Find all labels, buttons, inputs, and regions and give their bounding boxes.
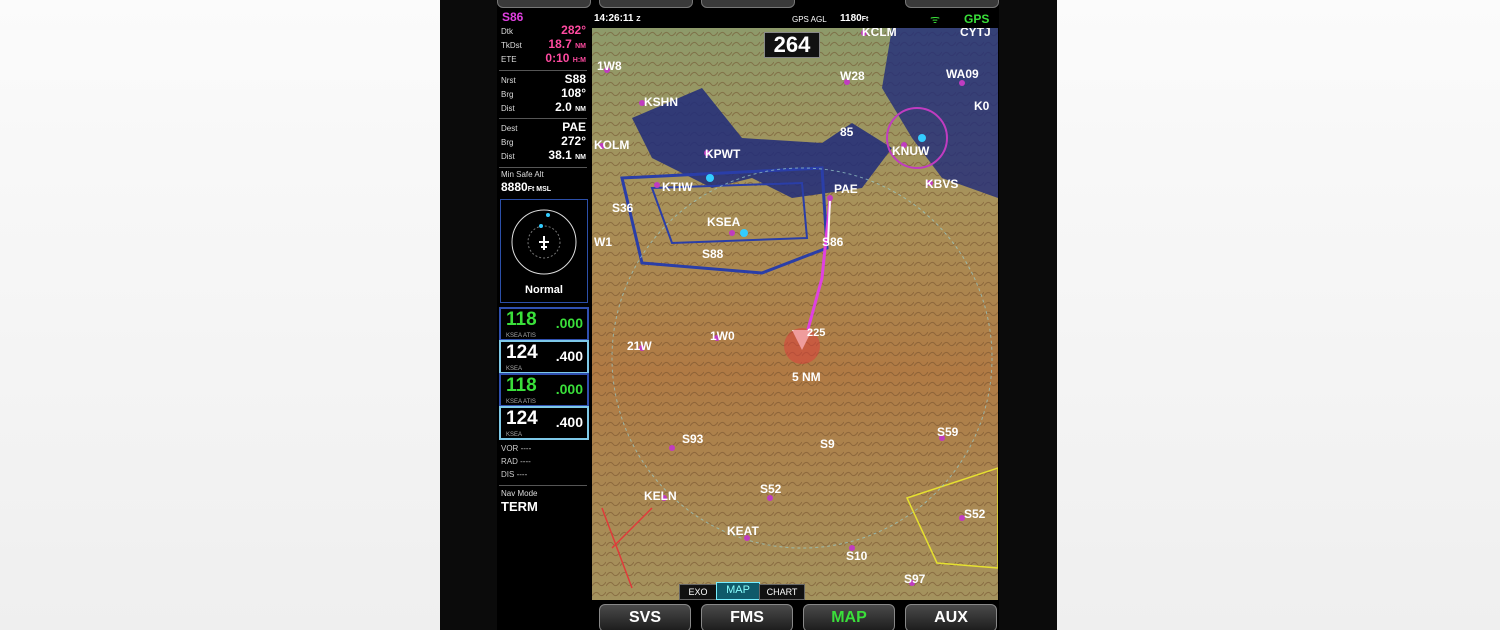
data-row-dtk: Dtk 282° bbox=[501, 23, 586, 37]
traffic-display[interactable]: Normal bbox=[500, 199, 588, 303]
svg-text:5 NM: 5 NM bbox=[792, 370, 821, 384]
svg-text:KSHN: KSHN bbox=[644, 95, 678, 109]
ownship-icon bbox=[539, 236, 549, 250]
data-row-nrst: Nrst S88 bbox=[501, 72, 586, 86]
divider bbox=[499, 167, 587, 168]
svs-button[interactable]: SVS bbox=[599, 604, 691, 630]
data-row-nrst-dist: Dist 2.0 NM bbox=[501, 100, 586, 114]
svg-text:21W: 21W bbox=[627, 339, 652, 353]
nav-mode-value: TERM bbox=[501, 499, 538, 514]
svg-text:S36: S36 bbox=[612, 201, 634, 215]
utc-time: 14:26:11 Z bbox=[594, 13, 641, 24]
traffic-target-icon bbox=[539, 224, 543, 228]
svg-text:W1: W1 bbox=[594, 235, 612, 249]
gps-agl-label: GPS AGL bbox=[792, 15, 827, 24]
map-button[interactable]: MAP bbox=[803, 604, 895, 630]
top-softkey-1[interactable] bbox=[497, 0, 591, 8]
svg-text:KOLM: KOLM bbox=[594, 138, 629, 152]
svg-text:KEAT: KEAT bbox=[727, 524, 759, 538]
heading-box: 264 bbox=[764, 32, 820, 58]
top-softkey-3[interactable] bbox=[701, 0, 795, 8]
svg-text:85: 85 bbox=[840, 125, 854, 139]
data-row-dest: Dest PAE bbox=[501, 120, 586, 134]
svg-text:1W0: 1W0 bbox=[710, 329, 735, 343]
wifi-icon: ᯤ bbox=[930, 14, 941, 26]
top-softkey-4[interactable] bbox=[905, 0, 999, 8]
map-view-tabs: EXO MAP CHART bbox=[679, 582, 814, 600]
svg-text:1W8: 1W8 bbox=[597, 59, 622, 73]
active-waypoint: S86 bbox=[502, 10, 524, 24]
svg-text:S86: S86 bbox=[822, 235, 844, 249]
nav-radio-readout: VOR ---- RAD ---- DIS ---- bbox=[501, 444, 532, 479]
svg-text:KNUW: KNUW bbox=[892, 144, 930, 158]
divider bbox=[499, 485, 587, 486]
bottom-softkeys: SVS FMS MAP AUX bbox=[497, 602, 999, 630]
status-bar: 14:26:11 Z GPS AGL 1180Ft ᯤ GPS bbox=[592, 10, 998, 28]
tab-exo[interactable]: EXO bbox=[679, 584, 717, 600]
svg-text:KCLM: KCLM bbox=[862, 28, 897, 39]
data-row-ete: ETE 0:10 H:M bbox=[501, 51, 586, 65]
display-screen: S86 Dtk 282° TkDst 18.7 NM ETE 0:10 H:M Nrs… bbox=[497, 0, 999, 630]
svg-text:CYTJ: CYTJ bbox=[960, 28, 991, 39]
svg-text:W28: W28 bbox=[840, 69, 865, 83]
data-row-nrst-brg: Brg 108° bbox=[501, 86, 586, 100]
svg-text:KELN: KELN bbox=[644, 489, 677, 503]
tab-chart[interactable]: CHART bbox=[759, 584, 805, 600]
svg-text:PAE: PAE bbox=[834, 182, 858, 196]
svg-text:S88: S88 bbox=[702, 247, 724, 261]
traffic-target-icon bbox=[546, 213, 550, 217]
data-sidebar: S86 Dtk 282° TkDst 18.7 NM ETE 0:10 H:M Nrs… bbox=[497, 10, 590, 620]
top-softkey-2[interactable] bbox=[599, 0, 693, 8]
moving-map[interactable]: KOLM KSHN KPWT KTIW KSEA PAE KNUW KBVS K… bbox=[592, 28, 998, 600]
svg-text:S93: S93 bbox=[682, 432, 704, 446]
svg-text:S52: S52 bbox=[964, 507, 986, 521]
svg-text:S52: S52 bbox=[760, 482, 782, 496]
svg-text:S59: S59 bbox=[937, 425, 959, 439]
svg-text:S97: S97 bbox=[904, 572, 926, 586]
msa-value: 8880Ft MSL bbox=[501, 180, 552, 194]
gps-agl-value: 1180Ft bbox=[840, 13, 869, 24]
nav-mode-label: Nav Mode bbox=[501, 489, 538, 498]
gps-status: GPS bbox=[964, 12, 990, 26]
svg-text:S9: S9 bbox=[820, 437, 835, 451]
divider bbox=[499, 70, 587, 71]
svg-text:KPWT: KPWT bbox=[705, 147, 741, 161]
tab-map[interactable]: MAP bbox=[716, 582, 760, 600]
com2-standby-frequency[interactable]: 124.400 KSEA bbox=[499, 406, 589, 440]
traffic-mode: Normal bbox=[525, 284, 563, 296]
fms-button[interactable]: FMS bbox=[701, 604, 793, 630]
svg-text:S10: S10 bbox=[846, 549, 868, 563]
map-canvas: KOLM KSHN KPWT KTIW KSEA PAE KNUW KBVS K… bbox=[592, 28, 998, 600]
top-button-row bbox=[497, 0, 999, 8]
com1-standby-frequency[interactable]: 124.400 KSEA bbox=[499, 340, 589, 374]
data-row-dest-brg: Brg 272° bbox=[501, 134, 586, 148]
msa-label: Min Safe Alt bbox=[501, 170, 544, 179]
aux-button[interactable]: AUX bbox=[905, 604, 997, 630]
svg-text:K0: K0 bbox=[974, 99, 990, 113]
svg-text:KSEA: KSEA bbox=[707, 215, 741, 229]
svg-text:WA09: WA09 bbox=[946, 67, 979, 81]
svg-text:225: 225 bbox=[807, 327, 825, 339]
data-row-dest-dist: Dist 38.1 NM bbox=[501, 148, 586, 162]
com2-active-frequency[interactable]: 118.000 KSEA ATIS bbox=[499, 373, 589, 407]
divider bbox=[499, 118, 587, 119]
svg-text:KTIW: KTIW bbox=[662, 180, 693, 194]
data-row-tkdst: TkDst 18.7 NM bbox=[501, 37, 586, 51]
svg-text:KBVS: KBVS bbox=[925, 177, 958, 191]
com1-active-frequency[interactable]: 118.000 KSEA ATIS bbox=[499, 307, 589, 341]
